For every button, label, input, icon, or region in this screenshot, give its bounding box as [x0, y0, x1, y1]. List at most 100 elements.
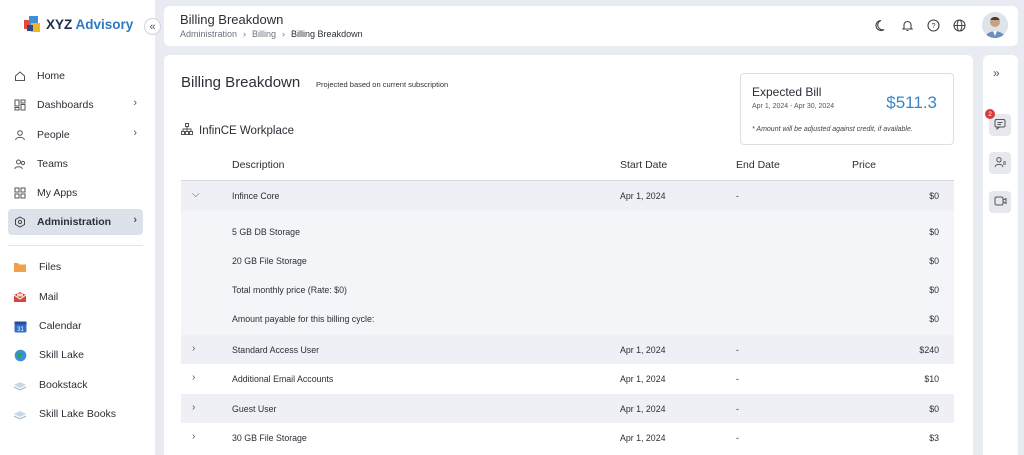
row-price: $10 — [924, 374, 939, 384]
row-start-date: Apr 1, 2024 — [620, 191, 666, 201]
row-end-date: - — [736, 191, 739, 201]
sidebar-app-label: Skill Lake Books — [39, 407, 117, 420]
header-title: Billing Breakdown — [180, 12, 284, 27]
help-icon[interactable]: ? — [926, 18, 940, 32]
column-header-start-date: Start Date — [620, 159, 668, 171]
admin-settings-icon — [13, 215, 27, 229]
column-header-price: Price — [852, 159, 876, 171]
detail-description: Total monthly price (Rate: $0) — [232, 284, 347, 295]
meeting-button[interactable] — [989, 191, 1011, 213]
billing-table: Description Start Date End Date Price ⌵ … — [181, 151, 954, 453]
detail-price: $0 — [929, 284, 939, 295]
header-actions: ? — [874, 12, 1008, 38]
sidebar-item-label: People — [37, 128, 70, 141]
person-icon — [13, 128, 27, 142]
sidebar-item-dashboards[interactable]: Dashboards › — [8, 92, 143, 118]
detail-row: Total monthly price (Rate: $0) $0 — [181, 275, 954, 304]
column-header-description: Description — [232, 159, 285, 171]
sidebar-item-label: Teams — [37, 157, 68, 170]
chevron-right-icon: › — [133, 97, 137, 110]
detail-description: 5 GB DB Storage — [232, 226, 300, 237]
chevron-right-icon[interactable]: › — [192, 402, 195, 413]
brand-logo[interactable]: XYZ Advisory — [24, 16, 133, 32]
meeting-icon — [994, 195, 1007, 210]
sidebar-app-label: Mail — [39, 290, 59, 303]
brand-name-part1: XYZ — [46, 16, 73, 32]
sidebar-item-people[interactable]: People › — [8, 122, 143, 148]
sidebar-item-administration[interactable]: Administration › — [8, 209, 143, 236]
org-tree-icon — [181, 123, 193, 138]
dashboard-icon — [13, 98, 27, 112]
sidebar-item-home[interactable]: Home — [8, 63, 143, 89]
sidebar-divider — [8, 245, 143, 247]
row-start-date: Apr 1, 2024 — [620, 374, 666, 384]
table-row[interactable]: ⌵ Infince Core Apr 1, 2024 - $0 — [181, 181, 954, 211]
row-price: $3 — [929, 433, 939, 443]
chat-button[interactable]: 2 — [985, 109, 1011, 136]
row-price: $0 — [929, 191, 939, 201]
table-row[interactable]: › 30 GB File Storage Apr 1, 2024 - $3 — [181, 423, 954, 453]
sidebar-item-teams[interactable]: Teams — [8, 151, 143, 177]
workspace-heading: InfinCE Workplace — [181, 123, 294, 138]
expand-icon[interactable]: » — [993, 66, 1000, 80]
bell-icon[interactable] — [900, 18, 914, 32]
chat-icon — [994, 118, 1006, 133]
books-icon — [13, 407, 27, 421]
sidebar-item-my-apps[interactable]: My Apps — [8, 180, 143, 206]
detail-description: Amount payable for this billing cycle: — [232, 313, 375, 324]
people-button[interactable] — [989, 152, 1011, 174]
page-title: Billing Breakdown — [181, 74, 301, 91]
calendar-day: 31 — [17, 327, 24, 333]
chevron-down-icon[interactable]: ⌵ — [192, 189, 200, 200]
breadcrumb-current: Billing Breakdown — [291, 29, 363, 39]
chevron-right-icon[interactable]: › — [192, 372, 195, 383]
team-icon — [13, 157, 27, 171]
sidebar-app-label: Calendar — [39, 320, 82, 333]
sidebar-app-bookstack[interactable]: Bookstack — [8, 372, 143, 398]
row-description: Standard Access User — [232, 344, 320, 355]
chevron-right-icon: › — [133, 214, 137, 227]
breadcrumb-billing[interactable]: Billing — [252, 29, 276, 39]
collapse-sidebar-button[interactable]: « — [144, 18, 161, 35]
sidebar-app-skill-lake[interactable]: Skill Lake — [8, 342, 143, 368]
detail-price: $0 — [929, 313, 939, 324]
sidebar-app-calendar[interactable]: 31 Calendar — [8, 313, 143, 339]
chevron-right-icon[interactable]: › — [192, 431, 195, 442]
sidebar-app-skill-lake-books[interactable]: Skill Lake Books — [8, 401, 143, 427]
page-subtitle: Projected based on current subscription — [316, 80, 449, 89]
table-row[interactable]: › Standard Access User Apr 1, 2024 - $24… — [181, 334, 954, 364]
bill-date-range: Apr 1, 2024 - Apr 30, 2024 — [752, 103, 835, 110]
brand-name-part2: Advisory — [75, 16, 134, 32]
row-end-date: - — [736, 433, 739, 443]
moon-icon[interactable] — [874, 18, 888, 32]
detail-price: $0 — [929, 255, 939, 266]
detail-description: 20 GB File Storage — [232, 255, 307, 266]
table-row[interactable]: › Additional Email Accounts Apr 1, 2024 … — [181, 364, 954, 394]
chevron-right-icon: › — [282, 29, 286, 39]
chevron-right-icon[interactable]: › — [192, 343, 195, 354]
expected-bill-card: Expected Bill Apr 1, 2024 - Apr 30, 2024… — [740, 73, 954, 145]
globe-icon[interactable] — [952, 18, 966, 32]
breadcrumb: Administration › Billing › Billing Break… — [180, 29, 363, 39]
detail-row: 20 GB File Storage $0 — [181, 246, 954, 275]
sidebar-nav: Home Dashboards › People › Teams My Apps… — [8, 63, 143, 430]
double-chevron-left-icon: « — [149, 20, 156, 33]
breadcrumb-administration[interactable]: Administration — [180, 29, 237, 39]
bookstack-icon — [13, 378, 27, 392]
globe-icon — [13, 348, 27, 362]
bill-title: Expected Bill — [752, 85, 822, 99]
brand-name: XYZ Advisory — [46, 17, 133, 32]
right-rail: » 2 — [983, 55, 1018, 455]
main-content: Billing Breakdown Projected based on cur… — [164, 55, 973, 455]
row-description: Guest User — [232, 403, 277, 414]
table-row[interactable]: › Guest User Apr 1, 2024 - $0 — [181, 393, 954, 423]
row-start-date: Apr 1, 2024 — [620, 344, 666, 355]
sidebar-app-label: Skill Lake — [39, 349, 84, 362]
workspace-name: InfinCE Workplace — [199, 124, 295, 137]
svg-text:?: ? — [931, 21, 935, 30]
sidebar-app-files[interactable]: Files — [8, 254, 143, 280]
avatar[interactable] — [982, 12, 1008, 38]
row-description: Infince Core — [232, 191, 280, 201]
table-header: Description Start Date End Date Price — [181, 151, 954, 181]
sidebar-app-mail[interactable]: Mail — [8, 284, 143, 310]
